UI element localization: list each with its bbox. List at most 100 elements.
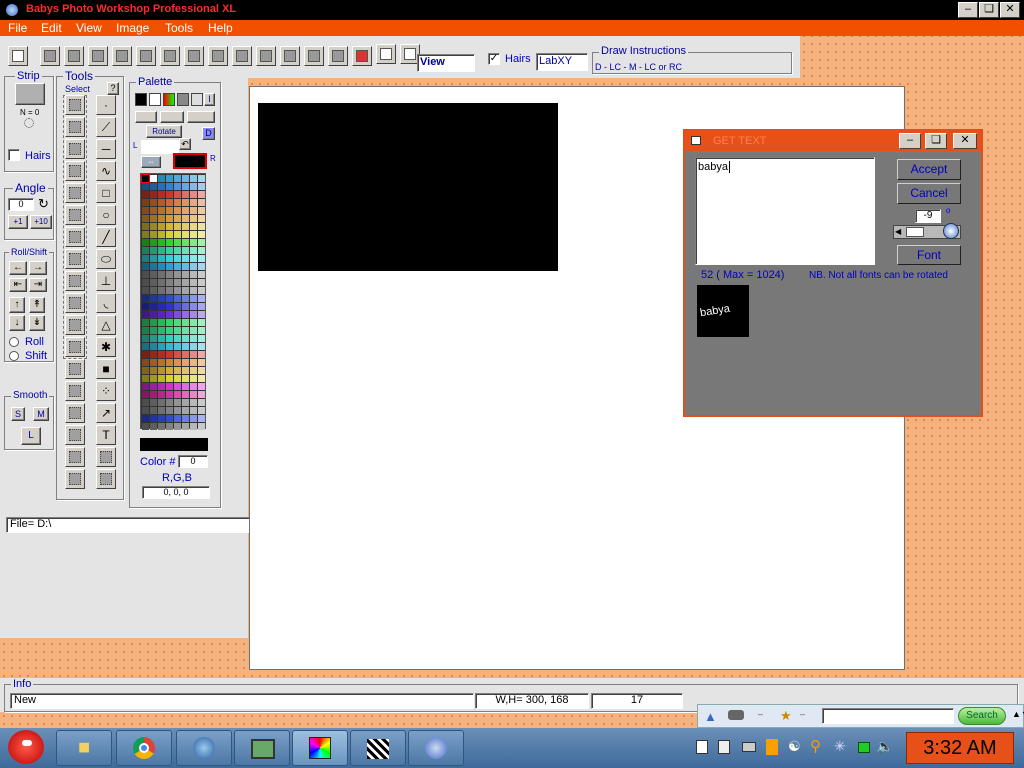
palette-swatch[interactable] bbox=[158, 287, 165, 294]
toolbar-logo-icon[interactable]: ▲ bbox=[704, 709, 717, 724]
hairs-checkbox[interactable]: ✓ bbox=[488, 53, 500, 65]
search-button[interactable]: Search bbox=[958, 707, 1006, 725]
palette-swatch[interactable] bbox=[174, 343, 181, 350]
taskbar-app-clapper[interactable] bbox=[350, 730, 406, 766]
palette-swatch[interactable] bbox=[174, 327, 181, 334]
palette-swatch[interactable] bbox=[182, 175, 189, 182]
slider-thumb[interactable] bbox=[906, 227, 924, 237]
palette-swatch[interactable] bbox=[150, 199, 157, 206]
file-path-field[interactable]: File= D:\ bbox=[6, 517, 250, 533]
palette-swatch[interactable] bbox=[198, 207, 205, 214]
maximize-icon[interactable]: ❏ bbox=[979, 2, 999, 18]
palette-swatch[interactable] bbox=[158, 247, 165, 254]
palette-swatch[interactable] bbox=[166, 231, 173, 238]
palette-swatch[interactable] bbox=[198, 175, 205, 182]
palette-swatch[interactable] bbox=[158, 239, 165, 246]
palette-swatch[interactable] bbox=[190, 367, 197, 374]
palette-swatch[interactable] bbox=[174, 311, 181, 318]
palette-swatch[interactable] bbox=[158, 423, 165, 430]
palette-swatch[interactable] bbox=[198, 311, 205, 318]
menu-file[interactable]: File bbox=[8, 21, 27, 35]
palette-swatch[interactable] bbox=[158, 415, 165, 422]
palette-swatch[interactable] bbox=[174, 295, 181, 302]
draw-tool-10[interactable]: ◟ bbox=[96, 293, 116, 313]
angle-plus10-button[interactable]: +10 bbox=[30, 215, 52, 229]
undo-icon[interactable] bbox=[160, 46, 180, 66]
tool-button[interactable] bbox=[136, 46, 156, 66]
palette-swatch[interactable] bbox=[182, 191, 189, 198]
select-tool-4[interactable] bbox=[65, 161, 85, 181]
swatch-white[interactable] bbox=[149, 93, 161, 106]
tray-icon-shield[interactable]: ✳ bbox=[834, 738, 846, 755]
palette-swatch[interactable] bbox=[150, 271, 157, 278]
palette-swatch[interactable] bbox=[174, 263, 181, 270]
arrow-double-down-icon[interactable]: ↡ bbox=[29, 315, 45, 331]
close-icon[interactable]: ✕ bbox=[1000, 2, 1020, 18]
toolbar-scroll-icon[interactable]: ▲▼ bbox=[1012, 709, 1024, 719]
palette-swatch[interactable] bbox=[198, 319, 205, 326]
palette-swatch[interactable] bbox=[150, 263, 157, 270]
palette-swatch[interactable] bbox=[150, 183, 157, 190]
palette-swatch[interactable] bbox=[166, 311, 173, 318]
palette-swatch[interactable] bbox=[182, 423, 189, 430]
tray-icon-flash[interactable] bbox=[718, 740, 730, 754]
palette-swatch[interactable] bbox=[150, 279, 157, 286]
palette-swatch[interactable] bbox=[174, 383, 181, 390]
draw-tool-1[interactable]: · bbox=[96, 95, 116, 115]
palette-swatch[interactable] bbox=[174, 367, 181, 374]
primary-color-box[interactable] bbox=[173, 153, 207, 169]
palette-swatch[interactable] bbox=[142, 391, 149, 398]
palette-swatch[interactable] bbox=[158, 223, 165, 230]
swatch-black[interactable] bbox=[135, 93, 147, 106]
palette-swatch[interactable] bbox=[150, 231, 157, 238]
toolbar-dropdown-icon-2[interactable]: – bbox=[800, 709, 805, 719]
select-tool-5[interactable] bbox=[65, 183, 85, 203]
palette-swatch[interactable] bbox=[198, 239, 205, 246]
draw-tool-9[interactable]: ⊥ bbox=[96, 271, 116, 291]
palette-swatch[interactable] bbox=[150, 303, 157, 310]
palette-swatch[interactable] bbox=[150, 359, 157, 366]
palette-swatch[interactable] bbox=[142, 407, 149, 414]
palette-swatch[interactable] bbox=[158, 199, 165, 206]
swatch-gradient[interactable] bbox=[163, 93, 175, 106]
help-button[interactable]: ? bbox=[107, 82, 119, 95]
palette-swatch[interactable] bbox=[182, 247, 189, 254]
palette-swatch[interactable] bbox=[142, 207, 149, 214]
palette-swatch[interactable] bbox=[198, 271, 205, 278]
palette-swatch[interactable] bbox=[174, 191, 181, 198]
palette-swatch[interactable] bbox=[174, 207, 181, 214]
angle-plus1-button[interactable]: +1 bbox=[8, 215, 28, 229]
palette-swatch[interactable] bbox=[158, 231, 165, 238]
palette-swatch[interactable] bbox=[198, 263, 205, 270]
palette-swatch[interactable] bbox=[190, 239, 197, 246]
arrow-left-icon[interactable]: ← bbox=[9, 261, 27, 275]
palette-swatch[interactable] bbox=[182, 359, 189, 366]
draw-tool-7[interactable]: ╱ bbox=[96, 227, 116, 247]
palette-swatch[interactable] bbox=[190, 327, 197, 334]
tool-button[interactable] bbox=[40, 46, 60, 66]
palette-swatch[interactable] bbox=[158, 207, 165, 214]
palette-swatch[interactable] bbox=[158, 367, 165, 374]
palette-swatch[interactable] bbox=[158, 191, 165, 198]
color-palette-grid[interactable] bbox=[140, 173, 206, 430]
select-tool-16[interactable] bbox=[65, 425, 85, 445]
palette-swatch[interactable] bbox=[198, 343, 205, 350]
palette-swatch[interactable] bbox=[150, 391, 157, 398]
palette-swatch[interactable] bbox=[150, 399, 157, 406]
palette-swatch[interactable] bbox=[182, 319, 189, 326]
palette-swatch[interactable] bbox=[198, 231, 205, 238]
palette-swatch[interactable] bbox=[190, 247, 197, 254]
palette-swatch[interactable] bbox=[166, 247, 173, 254]
palette-swatch[interactable] bbox=[150, 351, 157, 358]
palette-swatch[interactable] bbox=[174, 359, 181, 366]
left-color-box[interactable] bbox=[141, 140, 179, 154]
palette-swatch[interactable] bbox=[158, 255, 165, 262]
draw-tool-14[interactable]: ⁘ bbox=[96, 381, 116, 401]
palette-swatch[interactable] bbox=[198, 199, 205, 206]
palette-swatch[interactable] bbox=[182, 295, 189, 302]
taskbar-app-window[interactable] bbox=[234, 730, 290, 766]
gradient-left-button[interactable] bbox=[135, 111, 157, 123]
palette-swatch[interactable] bbox=[166, 175, 173, 182]
palette-swatch[interactable] bbox=[166, 287, 173, 294]
toolbar-person-icon[interactable]: ★ bbox=[780, 708, 792, 724]
